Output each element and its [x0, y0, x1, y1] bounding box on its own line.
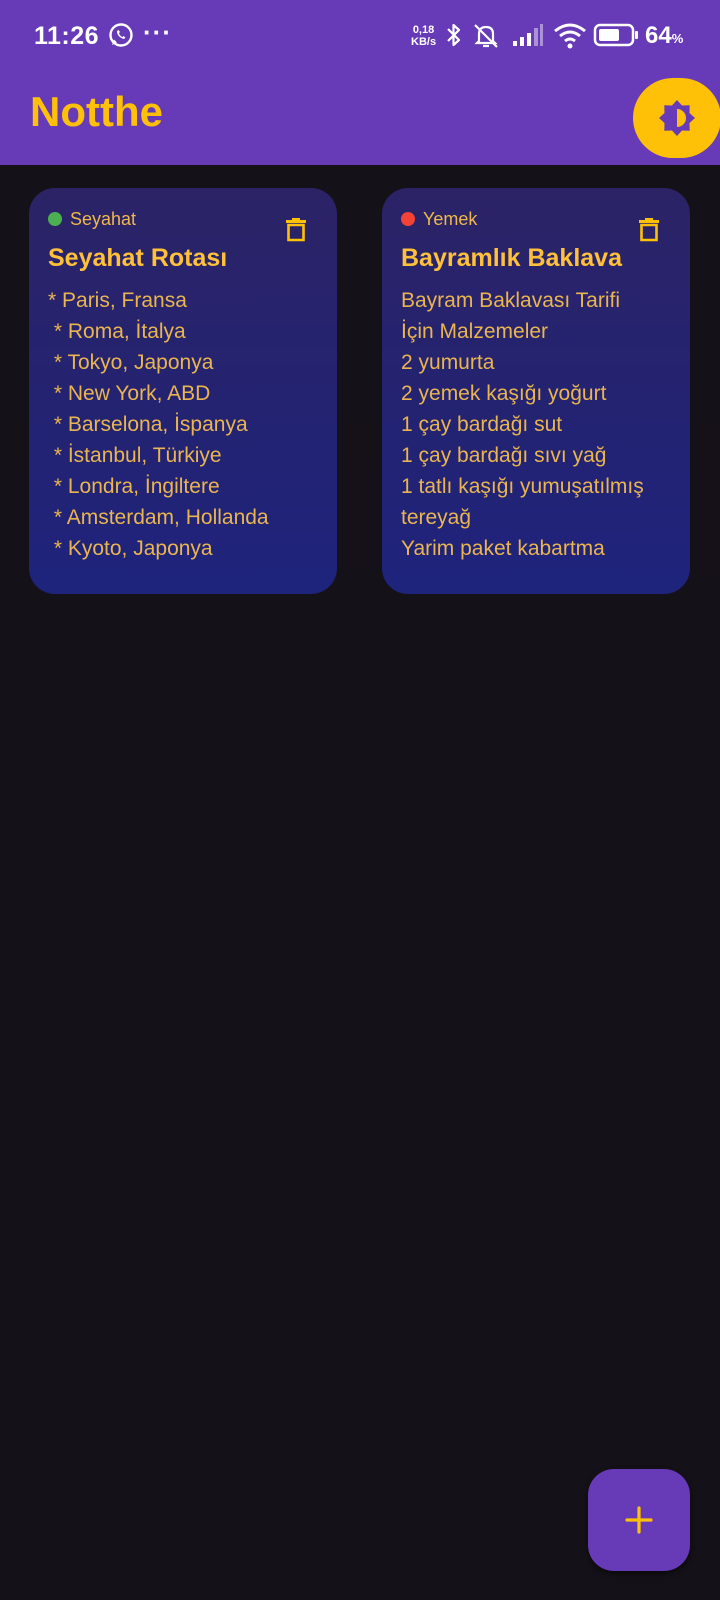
category-dot — [401, 212, 415, 226]
category-label: Seyahat — [70, 208, 137, 229]
note-card[interactable]: Seyahat Seyahat Rotası * Paris, Fransa *… — [29, 188, 337, 594]
status-bar: 11:26 ··· 0,18 KB/s 64% — [0, 0, 720, 72]
category-label: Yemek — [423, 208, 478, 229]
note-title: Seyahat Rotası — [48, 244, 228, 272]
category-dot — [48, 212, 62, 226]
note-title: Bayramlık Baklava — [401, 244, 622, 272]
add-note-button[interactable] — [588, 1469, 690, 1571]
note-body: Bayram Baklavası Tarifi İçin Malzemeler … — [401, 289, 644, 560]
wifi-icon — [554, 23, 586, 49]
signal-icon — [513, 24, 543, 46]
note-category: Yemek — [401, 206, 671, 232]
theme-toggle-button[interactable] — [633, 78, 720, 158]
trash-icon[interactable] — [638, 216, 660, 242]
more-notifications-icon: ··· — [143, 17, 172, 47]
battery-icon — [593, 23, 638, 47]
brightness-icon — [659, 100, 695, 136]
battery-percent: 64% — [645, 22, 684, 49]
bluetooth-icon — [447, 23, 461, 47]
silent-bell-icon — [474, 24, 498, 48]
status-time: 11:26 — [34, 22, 100, 50]
app-title: Notthe — [30, 88, 163, 135]
note-category: Seyahat — [48, 206, 318, 232]
note-card[interactable]: Yemek Bayramlık Baklava Bayram Baklavası… — [382, 188, 690, 594]
note-body: * Paris, Fransa * Roma, İtalya * Tokyo, … — [48, 289, 269, 560]
trash-icon[interactable] — [285, 216, 307, 242]
network-speed: 0,18 KB/s — [411, 24, 437, 48]
whatsapp-icon — [109, 23, 133, 47]
plus-icon — [625, 1506, 653, 1534]
